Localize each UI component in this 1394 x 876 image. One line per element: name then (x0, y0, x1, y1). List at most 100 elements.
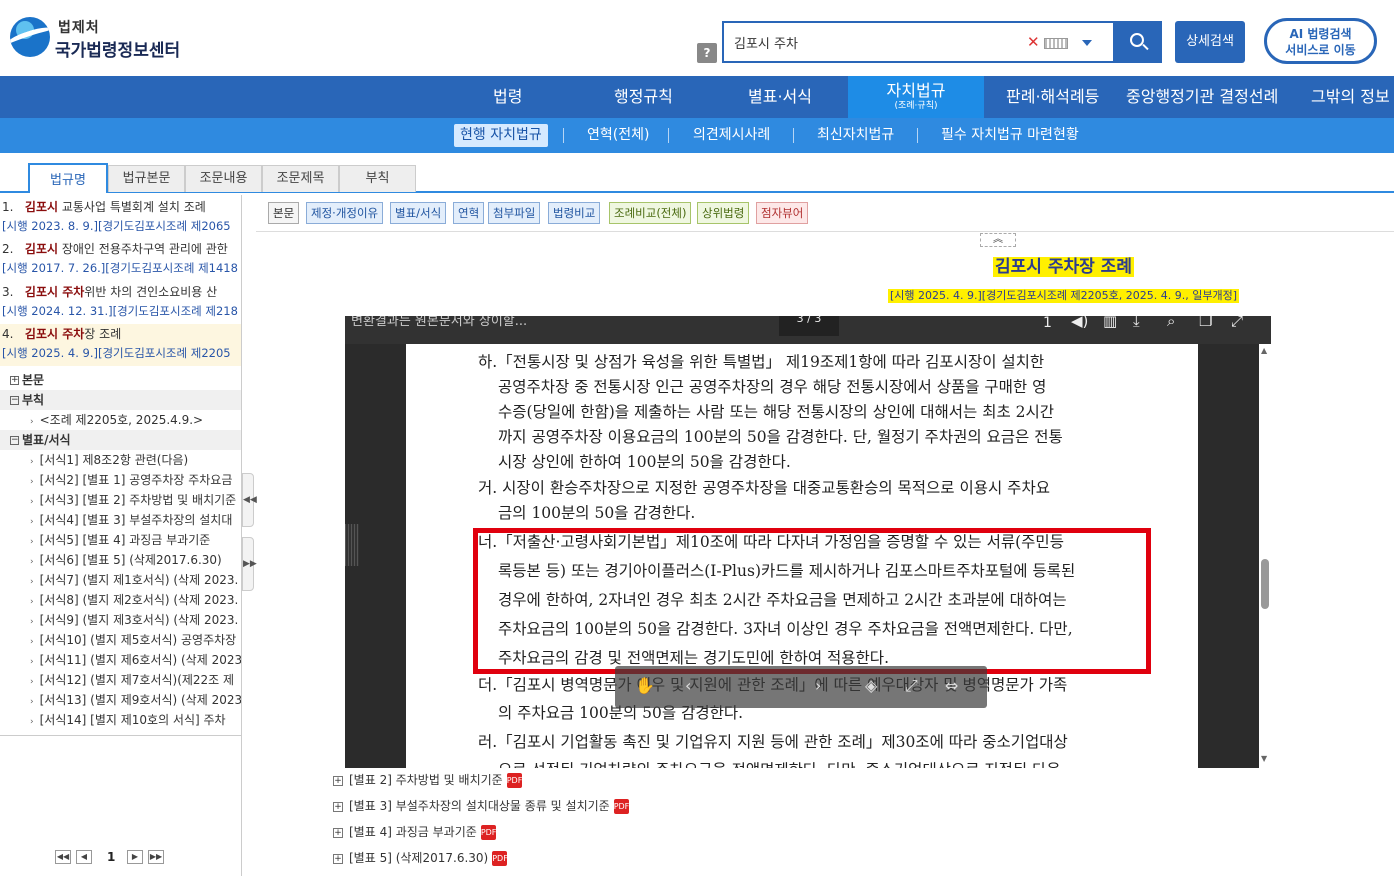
tree-form-item[interactable]: › [서식4] [별표 3] 부설주차장의 설치대 (0, 510, 241, 530)
tab-law-name[interactable]: 법규명 (28, 163, 108, 193)
ai-search-line1: AI 법령검색 (1289, 27, 1352, 41)
tree-form-item[interactable]: › [서식2] [별표 1] 공영주차장 주차요금 (0, 470, 241, 490)
expand-icon: + (333, 775, 343, 786)
tree-form-item[interactable]: › [서식3] [별표 2] 주차방법 및 배치기준 (0, 490, 241, 510)
viewer-scrollbar[interactable]: ▲ ▼ (1259, 344, 1271, 768)
tab-article-content[interactable]: 조문내용 (185, 165, 262, 192)
nav-laws[interactable]: 법령 (493, 76, 522, 118)
nav-admin-rules[interactable]: 행정규칙 (614, 76, 673, 118)
toolbar-braille-viewer[interactable]: 점자뷰어 (756, 202, 809, 224)
tree-form-item[interactable]: › [서식5] [별표 4] 과징금 부과기준 (0, 530, 241, 550)
expand-icon: + (10, 375, 19, 385)
expand-left-panel-button[interactable]: ▶▶ (242, 537, 257, 591)
ai-search-button[interactable]: AI 법령검색 서비스로 이동 (1264, 18, 1377, 64)
speaker-icon[interactable]: ◀) (1071, 316, 1088, 329)
fit-width-icon[interactable]: ⇔ (945, 676, 958, 695)
item-ha: 하.「전통시장 및 상점가 육성을 위한 특별법」 제19조제1항에 따라 김포… (478, 353, 1063, 471)
tree-form-item[interactable]: › [서식9] (별지 제3호서식) (삭제 2023. (0, 610, 241, 630)
result-item[interactable]: 1. 김포시 교통사업 특별회계 설치 조례 [시행 2023. 8. 9.][… (0, 197, 241, 239)
tab-law-body[interactable]: 법규본문 (108, 165, 185, 192)
toolbar-law-compare[interactable]: 법령비교 (548, 202, 601, 224)
search-help-button[interactable]: ? (697, 43, 717, 63)
nav-tables-forms[interactable]: 별표·서식 (748, 76, 812, 118)
tree-form-item[interactable]: › [서식10] (별지 제5호서식) 공영주차장 (0, 630, 241, 650)
tree-form-item[interactable]: › [서식11] (별지 제6호서식) (삭제 2023 (0, 650, 241, 670)
fit-page-icon[interactable]: ◈ (865, 676, 877, 695)
appendix-list-item[interactable]: + [별표 2] 주차방법 및 배치기준 PDF (333, 771, 522, 789)
prev-page-button[interactable]: ◀ (76, 850, 92, 864)
tree-body[interactable]: + 본문 (0, 370, 241, 390)
prev-page-icon[interactable]: ‹ (685, 676, 691, 695)
toolbar-body[interactable]: 본문 (268, 202, 300, 224)
last-page-button[interactable]: ▶▶ (148, 850, 164, 864)
collapse-left-panel-button[interactable]: ◀◀ (242, 473, 257, 527)
viewer-toolbar: 변환결과는 원본문서와 상이할... 3 / 3 1 ◀) ▥ ⤓ ⌕ ❐ ⤢ (345, 316, 1271, 344)
tree-form-item[interactable]: › [서식7] (별지 제1호서식) (삭제 2023. (0, 570, 241, 590)
logo-site-name[interactable]: 국가법령정보센터 (55, 36, 180, 61)
current-page: 1 (107, 850, 116, 864)
toolbar-parent-law[interactable]: 상위법령 (697, 202, 750, 224)
subnav-latest-local-laws[interactable]: 최신자치법규 (817, 124, 894, 147)
tree-form-item[interactable]: › [서식1] 제8조2항 관련(다음) (0, 450, 241, 470)
keyboard-icon[interactable] (1044, 38, 1068, 49)
toolbar-ordinance-compare[interactable]: 조례비교(전체) (609, 202, 692, 224)
clear-icon[interactable]: ✕ (1027, 33, 1040, 51)
appendix-list-item[interactable]: + [별표 5] (삭제2017.6.30) PDF (333, 849, 508, 867)
fullscreen-icon[interactable]: ⤢ (1231, 316, 1243, 329)
search-button[interactable] (1114, 21, 1162, 63)
item-reo: 러.「김포시 기업활동 촉진 및 기업유지 지원 등에 관한 조례」제30조에 … (478, 733, 1068, 768)
next-page-icon[interactable]: › (815, 676, 821, 695)
tree-appendix-item[interactable]: › <조례 제2205호, 2025.4.9.> (0, 410, 241, 430)
tree-forms[interactable]: − 별표/서식 (0, 430, 241, 450)
chevron-down-icon[interactable] (1082, 40, 1092, 46)
search-input[interactable] (734, 33, 1014, 51)
nav-local-laws[interactable]: 자치법규 (조례·규칙) (848, 76, 984, 118)
appendix-list-item[interactable]: + [별표 3] 부설주차장의 설치대상물 종류 및 설치기준 PDF (333, 797, 629, 815)
tree-form-item[interactable]: › [서식8] (별지 제2호서식) (삭제 2023. (0, 590, 241, 610)
viewer-page-indicator[interactable]: 3 / 3 (779, 316, 839, 336)
appendix-list-item[interactable]: + [별표 4] 과징금 부과기준 PDF (333, 823, 496, 841)
tree-form-item[interactable]: › [서식13] (별지 제9호서식) (삭제 2023 (0, 690, 241, 710)
advanced-search-button[interactable]: 상세검색 (1175, 21, 1245, 63)
result-item-selected[interactable]: 4. 김포시 주차장 조례 [시행 2025. 4. 9.][경기도김포시조례 … (0, 324, 241, 366)
result-item[interactable]: 2. 김포시 장애인 전용주차구역 관리에 관한 [시행 2017. 7. 26… (0, 239, 241, 281)
toolbar-revision-reason[interactable]: 제정·개정이유 (306, 202, 384, 224)
nav-central-agency[interactable]: 중앙행정기관 결정선례 (1126, 76, 1278, 118)
tree-form-item[interactable]: › [서식6] [별표 5] (삭제2017.6.30) (0, 550, 241, 570)
subnav-current-local-laws[interactable]: 현행 자치법규 (454, 124, 548, 147)
collapse-header-button[interactable]: ︽ (980, 233, 1016, 247)
book-icon[interactable]: ▥ (1103, 316, 1117, 329)
subnav-opinion-cases[interactable]: 의견제시사례 (693, 124, 770, 147)
expand-icon: + (333, 801, 343, 812)
subnav-required-status[interactable]: 필수 자치법규 마련현황 (941, 124, 1079, 147)
pdf-icon: PDF (492, 851, 508, 866)
toolbar-attachments[interactable]: 첨부파일 (488, 202, 541, 224)
hand-tool-icon[interactable]: ✋ (635, 676, 655, 695)
expand-icon[interactable]: ⤢ (905, 676, 918, 696)
nav-local-laws-label: 자치법규 (886, 81, 946, 100)
tab-appendix[interactable]: 부칙 (339, 165, 416, 192)
download-icon[interactable]: ⤓ (1133, 316, 1140, 329)
nav-precedents[interactable]: 판례·해석례등 (1006, 76, 1099, 118)
viewer-side-handle[interactable] (345, 524, 359, 566)
logo-icon[interactable] (10, 17, 50, 57)
collapse-icon: − (10, 395, 19, 405)
result-item[interactable]: 3. 김포시 주차위반 차의 견인소요비용 산 [시행 2024. 12. 31… (0, 282, 241, 324)
next-page-button[interactable]: ▶ (127, 850, 143, 864)
search-icon[interactable]: ⌕ (1167, 316, 1175, 329)
first-page-button[interactable]: ◀◀ (55, 850, 71, 864)
pdf-icon: PDF (480, 825, 496, 840)
nav-other-info[interactable]: 그밖의 정보 (1311, 76, 1390, 118)
tab-article-title[interactable]: 조문제목 (262, 165, 339, 192)
toolbar-history[interactable]: 연혁 (453, 202, 485, 224)
tree-appendix[interactable]: − 부칙 (0, 390, 241, 410)
expand-icon: + (333, 827, 343, 838)
toolbar-tables-forms[interactable]: 별표/서식 (390, 202, 447, 224)
expand-icon: + (333, 853, 343, 864)
logo-org[interactable]: 법제처 (58, 17, 100, 37)
subnav-history[interactable]: 연혁(전체) (587, 124, 649, 147)
tree-form-item[interactable]: › [서식12] (별지 제7호서식)(제22조 제 (0, 670, 241, 690)
tree-form-item[interactable]: › [서식14] [별지 제10호의 서식] 주차 (0, 710, 241, 730)
page-one-icon[interactable]: 1 (1043, 316, 1052, 330)
copy-icon[interactable]: ❐ (1199, 316, 1212, 329)
